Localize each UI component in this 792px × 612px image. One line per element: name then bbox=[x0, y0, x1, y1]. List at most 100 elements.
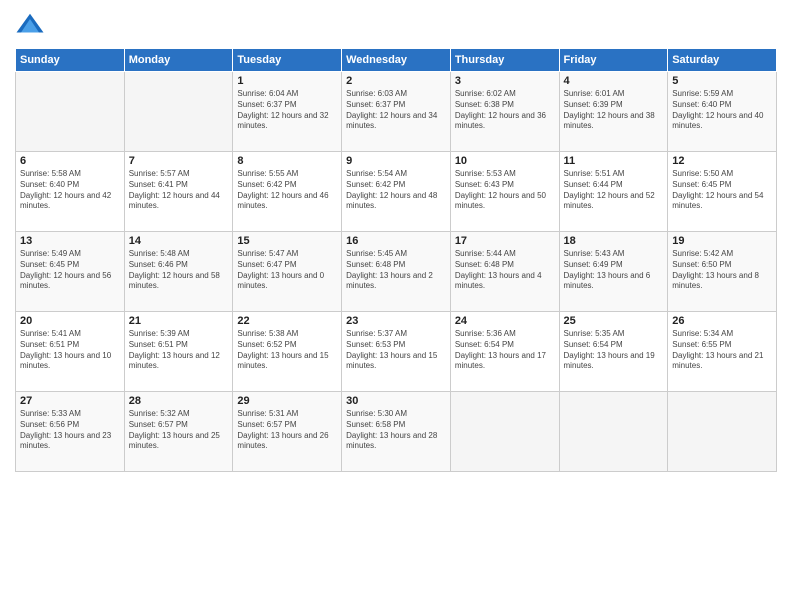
day-info: Sunrise: 5:41 AM Sunset: 6:51 PM Dayligh… bbox=[20, 329, 120, 372]
calendar-cell: 22 Sunrise: 5:38 AM Sunset: 6:52 PM Dayli… bbox=[233, 312, 342, 392]
weekday-header-friday: Friday bbox=[559, 49, 668, 72]
calendar-cell: 20 Sunrise: 5:41 AM Sunset: 6:51 PM Dayli… bbox=[16, 312, 125, 392]
week-row-2: 13Sunrise: 5:49 AM Sunset: 6:45 PM Dayli… bbox=[16, 232, 777, 312]
weekday-header-monday: Monday bbox=[124, 49, 233, 72]
day-number: 25 bbox=[564, 315, 664, 327]
calendar-cell: 10 Sunrise: 5:53 AM Sunset: 6:43 PM Dayli… bbox=[450, 152, 559, 232]
calendar-cell bbox=[668, 392, 777, 472]
calendar-cell: 16Sunrise: 5:45 AM Sunset: 6:48 PM Dayli… bbox=[342, 232, 451, 312]
day-number: 18 bbox=[564, 235, 664, 247]
calendar-cell: 3 Sunrise: 6:02 AM Sunset: 6:38 PM Daylig… bbox=[450, 72, 559, 152]
calendar-cell: 2 Sunrise: 6:03 AM Sunset: 6:37 PM Daylig… bbox=[342, 72, 451, 152]
day-number: 6 bbox=[20, 155, 120, 167]
calendar-cell: 11 Sunrise: 5:51 AM Sunset: 6:44 PM Dayli… bbox=[559, 152, 668, 232]
day-number: 21 bbox=[129, 315, 229, 327]
day-number: 15 bbox=[237, 235, 337, 247]
calendar-cell: 5Sunrise: 5:59 AM Sunset: 6:40 PM Daylig… bbox=[668, 72, 777, 152]
calendar-cell bbox=[16, 72, 125, 152]
day-number: 19 bbox=[672, 235, 772, 247]
day-info: Sunrise: 6:01 AM Sunset: 6:39 PM Dayligh… bbox=[564, 89, 664, 132]
calendar-cell: 27 Sunrise: 5:33 AM Sunset: 6:56 PM Dayli… bbox=[16, 392, 125, 472]
day-number: 13 bbox=[20, 235, 120, 247]
calendar-cell: 25 Sunrise: 5:35 AM Sunset: 6:54 PM Dayli… bbox=[559, 312, 668, 392]
weekday-header-wednesday: Wednesday bbox=[342, 49, 451, 72]
calendar-cell: 18 Sunrise: 5:43 AM Sunset: 6:49 PM Dayli… bbox=[559, 232, 668, 312]
weekday-header-tuesday: Tuesday bbox=[233, 49, 342, 72]
calendar-cell: 4 Sunrise: 6:01 AM Sunset: 6:39 PM Daylig… bbox=[559, 72, 668, 152]
day-info: Sunrise: 5:58 AM Sunset: 6:40 PM Dayligh… bbox=[20, 169, 120, 212]
day-info: Sunrise: 5:43 AM Sunset: 6:49 PM Dayligh… bbox=[564, 249, 664, 292]
day-number: 22 bbox=[237, 315, 337, 327]
calendar-cell: 26Sunrise: 5:34 AM Sunset: 6:55 PM Dayli… bbox=[668, 312, 777, 392]
day-number: 3 bbox=[455, 75, 555, 87]
day-number: 14 bbox=[129, 235, 229, 247]
day-info: Sunrise: 5:44 AM Sunset: 6:48 PM Dayligh… bbox=[455, 249, 555, 292]
weekday-header-thursday: Thursday bbox=[450, 49, 559, 72]
logo bbox=[15, 10, 49, 40]
page: SundayMondayTuesdayWednesdayThursdayFrid… bbox=[0, 0, 792, 612]
day-info: Sunrise: 5:51 AM Sunset: 6:44 PM Dayligh… bbox=[564, 169, 664, 212]
calendar-cell: 9 Sunrise: 5:54 AM Sunset: 6:42 PM Daylig… bbox=[342, 152, 451, 232]
calendar-cell bbox=[559, 392, 668, 472]
calendar-cell: 17 Sunrise: 5:44 AM Sunset: 6:48 PM Dayli… bbox=[450, 232, 559, 312]
day-info: Sunrise: 5:39 AM Sunset: 6:51 PM Dayligh… bbox=[129, 329, 229, 372]
day-info: Sunrise: 5:54 AM Sunset: 6:42 PM Dayligh… bbox=[346, 169, 446, 212]
day-info: Sunrise: 5:37 AM Sunset: 6:53 PM Dayligh… bbox=[346, 329, 446, 372]
day-info: Sunrise: 6:02 AM Sunset: 6:38 PM Dayligh… bbox=[455, 89, 555, 132]
day-info: Sunrise: 5:55 AM Sunset: 6:42 PM Dayligh… bbox=[237, 169, 337, 212]
day-number: 7 bbox=[129, 155, 229, 167]
day-number: 23 bbox=[346, 315, 446, 327]
day-info: Sunrise: 6:03 AM Sunset: 6:37 PM Dayligh… bbox=[346, 89, 446, 132]
calendar-cell: 14Sunrise: 5:48 AM Sunset: 6:46 PM Dayli… bbox=[124, 232, 233, 312]
calendar-cell: 23 Sunrise: 5:37 AM Sunset: 6:53 PM Dayli… bbox=[342, 312, 451, 392]
day-info: Sunrise: 5:53 AM Sunset: 6:43 PM Dayligh… bbox=[455, 169, 555, 212]
day-info: Sunrise: 5:35 AM Sunset: 6:54 PM Dayligh… bbox=[564, 329, 664, 372]
calendar-cell: 21 Sunrise: 5:39 AM Sunset: 6:51 PM Dayli… bbox=[124, 312, 233, 392]
calendar-cell: 30Sunrise: 5:30 AM Sunset: 6:58 PM Dayli… bbox=[342, 392, 451, 472]
calendar-cell: 15Sunrise: 5:47 AM Sunset: 6:47 PM Dayli… bbox=[233, 232, 342, 312]
weekday-header-sunday: Sunday bbox=[16, 49, 125, 72]
day-number: 29 bbox=[237, 395, 337, 407]
day-number: 4 bbox=[564, 75, 664, 87]
day-number: 11 bbox=[564, 155, 664, 167]
day-info: Sunrise: 5:32 AM Sunset: 6:57 PM Dayligh… bbox=[129, 409, 229, 452]
day-number: 2 bbox=[346, 75, 446, 87]
calendar-cell: 7Sunrise: 5:57 AM Sunset: 6:41 PM Daylig… bbox=[124, 152, 233, 232]
calendar-body: 1Sunrise: 6:04 AM Sunset: 6:37 PM Daylig… bbox=[16, 72, 777, 472]
weekday-header-row: SundayMondayTuesdayWednesdayThursdayFrid… bbox=[16, 49, 777, 72]
calendar-cell: 1Sunrise: 6:04 AM Sunset: 6:37 PM Daylig… bbox=[233, 72, 342, 152]
week-row-4: 27 Sunrise: 5:33 AM Sunset: 6:56 PM Dayli… bbox=[16, 392, 777, 472]
day-number: 12 bbox=[672, 155, 772, 167]
day-info: Sunrise: 5:31 AM Sunset: 6:57 PM Dayligh… bbox=[237, 409, 337, 452]
week-row-1: 6 Sunrise: 5:58 AM Sunset: 6:40 PM Daylig… bbox=[16, 152, 777, 232]
day-number: 26 bbox=[672, 315, 772, 327]
day-info: Sunrise: 5:38 AM Sunset: 6:52 PM Dayligh… bbox=[237, 329, 337, 372]
day-info: Sunrise: 5:33 AM Sunset: 6:56 PM Dayligh… bbox=[20, 409, 120, 452]
calendar-cell: 19Sunrise: 5:42 AM Sunset: 6:50 PM Dayli… bbox=[668, 232, 777, 312]
week-row-0: 1Sunrise: 6:04 AM Sunset: 6:37 PM Daylig… bbox=[16, 72, 777, 152]
calendar-cell bbox=[124, 72, 233, 152]
day-number: 28 bbox=[129, 395, 229, 407]
day-number: 20 bbox=[20, 315, 120, 327]
day-number: 8 bbox=[237, 155, 337, 167]
weekday-header-saturday: Saturday bbox=[668, 49, 777, 72]
header bbox=[15, 10, 777, 40]
calendar-cell: 13Sunrise: 5:49 AM Sunset: 6:45 PM Dayli… bbox=[16, 232, 125, 312]
calendar: SundayMondayTuesdayWednesdayThursdayFrid… bbox=[15, 48, 777, 472]
calendar-cell: 6 Sunrise: 5:58 AM Sunset: 6:40 PM Daylig… bbox=[16, 152, 125, 232]
week-row-3: 20 Sunrise: 5:41 AM Sunset: 6:51 PM Dayli… bbox=[16, 312, 777, 392]
calendar-cell: 8 Sunrise: 5:55 AM Sunset: 6:42 PM Daylig… bbox=[233, 152, 342, 232]
day-number: 24 bbox=[455, 315, 555, 327]
day-number: 16 bbox=[346, 235, 446, 247]
calendar-header: SundayMondayTuesdayWednesdayThursdayFrid… bbox=[16, 49, 777, 72]
calendar-cell: 24 Sunrise: 5:36 AM Sunset: 6:54 PM Dayli… bbox=[450, 312, 559, 392]
day-number: 5 bbox=[672, 75, 772, 87]
day-number: 9 bbox=[346, 155, 446, 167]
day-info: Sunrise: 5:30 AM Sunset: 6:58 PM Dayligh… bbox=[346, 409, 446, 452]
day-number: 10 bbox=[455, 155, 555, 167]
calendar-cell: 29 Sunrise: 5:31 AM Sunset: 6:57 PM Dayli… bbox=[233, 392, 342, 472]
logo-icon bbox=[15, 10, 45, 40]
day-number: 17 bbox=[455, 235, 555, 247]
day-number: 27 bbox=[20, 395, 120, 407]
day-info: Sunrise: 5:36 AM Sunset: 6:54 PM Dayligh… bbox=[455, 329, 555, 372]
